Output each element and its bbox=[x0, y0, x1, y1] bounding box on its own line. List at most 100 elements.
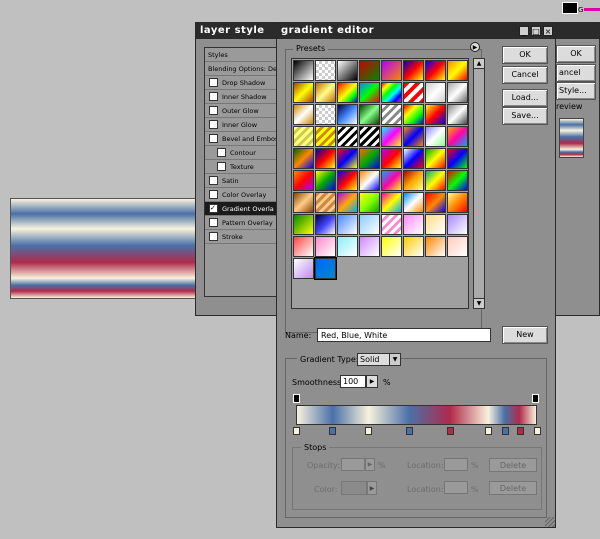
color-stop[interactable] bbox=[485, 427, 493, 435]
minimize-button[interactable]: _ bbox=[519, 26, 529, 36]
layer-style-ok-button[interactable]: OK bbox=[556, 45, 596, 63]
scroll-up-icon[interactable]: ▲ bbox=[474, 59, 484, 69]
scroll-down-icon[interactable]: ▼ bbox=[474, 298, 484, 308]
color-stop[interactable] bbox=[533, 427, 541, 435]
gradient-preset-swatch[interactable] bbox=[447, 104, 468, 125]
color-delete-button[interactable]: Delete bbox=[489, 481, 537, 495]
style-checkbox[interactable] bbox=[209, 120, 218, 129]
gradient-preset-swatch[interactable] bbox=[315, 104, 336, 125]
color-arrow-icon[interactable]: ▶ bbox=[367, 481, 377, 495]
opacity-stop-left[interactable] bbox=[293, 394, 300, 403]
gradient-preset-swatch[interactable] bbox=[447, 192, 468, 213]
style-checkbox[interactable] bbox=[209, 176, 218, 185]
gradient-preset-swatch[interactable] bbox=[315, 60, 336, 81]
maximize-button[interactable]: □ bbox=[531, 26, 541, 36]
gradient-preset-swatch[interactable] bbox=[447, 236, 468, 257]
style-item[interactable]: Satin bbox=[205, 174, 279, 188]
style-item[interactable]: Stroke bbox=[205, 230, 279, 244]
style-item[interactable]: Pattern Overlay bbox=[205, 216, 279, 230]
gradient-preset-swatch[interactable] bbox=[403, 82, 424, 103]
style-checkbox[interactable] bbox=[217, 148, 226, 157]
gradient-preset-swatch[interactable] bbox=[359, 148, 380, 169]
gradient-preset-swatch[interactable] bbox=[447, 60, 468, 81]
color-stop[interactable] bbox=[328, 427, 336, 435]
gradient-preset-swatch[interactable] bbox=[337, 60, 358, 81]
gradient-preset-swatch[interactable] bbox=[314, 257, 337, 280]
gradient-preset-swatch[interactable] bbox=[403, 104, 424, 125]
gradient-preset-swatch[interactable] bbox=[359, 192, 380, 213]
gradient-preset-swatch[interactable] bbox=[381, 214, 402, 235]
gradient-preset-swatch[interactable] bbox=[381, 192, 402, 213]
gradient-preset-swatch[interactable] bbox=[293, 126, 314, 147]
gradient-preset-swatch[interactable] bbox=[315, 170, 336, 191]
gradient-preset-swatch[interactable] bbox=[403, 214, 424, 235]
gradient-bar[interactable] bbox=[296, 405, 537, 425]
style-checkbox[interactable] bbox=[209, 78, 218, 87]
color-stop[interactable] bbox=[502, 427, 510, 435]
opacity-location-input[interactable] bbox=[444, 458, 468, 471]
gradient-preset-swatch[interactable] bbox=[425, 236, 446, 257]
gradient-preset-swatch[interactable] bbox=[403, 170, 424, 191]
gradient-preset-swatch[interactable] bbox=[337, 236, 358, 257]
gradient-preset-swatch[interactable] bbox=[447, 214, 468, 235]
style-item[interactable]: Color Overlay bbox=[205, 188, 279, 202]
gradient-preset-swatch[interactable] bbox=[293, 82, 314, 103]
name-input[interactable]: Red, Blue, White bbox=[317, 328, 491, 342]
preview-checkbox[interactable]: review bbox=[556, 102, 596, 114]
smoothness-input[interactable]: 100 bbox=[340, 375, 366, 388]
gradient-preset-swatch[interactable] bbox=[425, 214, 446, 235]
gradient-preset-swatch[interactable] bbox=[381, 82, 402, 103]
gradient-preset-swatch[interactable] bbox=[381, 60, 402, 81]
opacity-stop-right[interactable] bbox=[532, 394, 539, 403]
gradient-preset-swatch[interactable] bbox=[403, 192, 424, 213]
style-item[interactable]: Bevel and Emboss bbox=[205, 132, 279, 146]
gradient-preset-swatch[interactable] bbox=[337, 214, 358, 235]
color-stop[interactable] bbox=[446, 427, 454, 435]
smoothness-slider-arrow-icon[interactable]: ▶ bbox=[366, 375, 378, 388]
ok-button[interactable]: OK bbox=[502, 46, 548, 64]
new-button[interactable]: New bbox=[502, 326, 548, 344]
gradient-preset-swatch[interactable] bbox=[425, 60, 446, 81]
gradient-preset-swatch[interactable] bbox=[447, 148, 468, 169]
close-button[interactable]: × bbox=[543, 26, 553, 36]
gradient-preset-swatch[interactable] bbox=[359, 60, 380, 81]
gradient-preset-swatch[interactable] bbox=[315, 214, 336, 235]
gradient-preset-swatch[interactable] bbox=[337, 104, 358, 125]
layer-style-new-style-button[interactable]: Style... bbox=[556, 82, 596, 100]
color-location-input[interactable] bbox=[444, 481, 468, 494]
color-stop[interactable] bbox=[516, 427, 524, 435]
gradient-preset-swatch[interactable] bbox=[293, 60, 314, 81]
opacity-input[interactable] bbox=[341, 458, 365, 471]
gradient-preset-swatch[interactable] bbox=[293, 104, 314, 125]
style-checkbox[interactable] bbox=[217, 162, 226, 171]
gradient-preset-swatch[interactable] bbox=[315, 236, 336, 257]
layer-style-cancel-button[interactable]: ancel bbox=[556, 64, 596, 82]
color-swatch[interactable] bbox=[341, 481, 367, 495]
gradient-preset-swatch[interactable] bbox=[425, 126, 446, 147]
save-button[interactable]: Save... bbox=[502, 107, 548, 125]
gradient-preset-swatch[interactable] bbox=[315, 148, 336, 169]
style-checkbox[interactable] bbox=[209, 218, 218, 227]
gradient-preset-swatch[interactable] bbox=[359, 236, 380, 257]
gradient-preset-swatch[interactable] bbox=[315, 82, 336, 103]
gradient-preset-swatch[interactable] bbox=[293, 214, 314, 235]
gradient-preset-swatch[interactable] bbox=[403, 60, 424, 81]
style-checkbox[interactable] bbox=[209, 232, 218, 241]
color-stop[interactable] bbox=[364, 427, 372, 435]
gradient-preset-swatch[interactable] bbox=[337, 82, 358, 103]
gradient-preset-swatch[interactable] bbox=[425, 170, 446, 191]
gradient-preset-swatch[interactable] bbox=[425, 192, 446, 213]
style-item[interactable]: ✓ Gradient Overla bbox=[205, 202, 279, 216]
presets-menu-icon[interactable]: ▶ bbox=[470, 42, 480, 52]
gradient-preset-swatch[interactable] bbox=[315, 192, 336, 213]
style-checkbox[interactable] bbox=[209, 106, 218, 115]
style-checkbox[interactable] bbox=[209, 92, 218, 101]
blending-options-item[interactable]: Blending Options: Defa bbox=[205, 62, 279, 76]
gradient-preset-swatch[interactable] bbox=[359, 214, 380, 235]
gradient-preset-swatch[interactable] bbox=[403, 148, 424, 169]
cancel-button[interactable]: Cancel bbox=[502, 66, 548, 84]
gradient-preset-swatch[interactable] bbox=[447, 126, 468, 147]
gradient-preset-swatch[interactable] bbox=[293, 258, 314, 279]
gradient-preset-swatch[interactable] bbox=[381, 148, 402, 169]
style-checkbox[interactable] bbox=[209, 134, 218, 143]
